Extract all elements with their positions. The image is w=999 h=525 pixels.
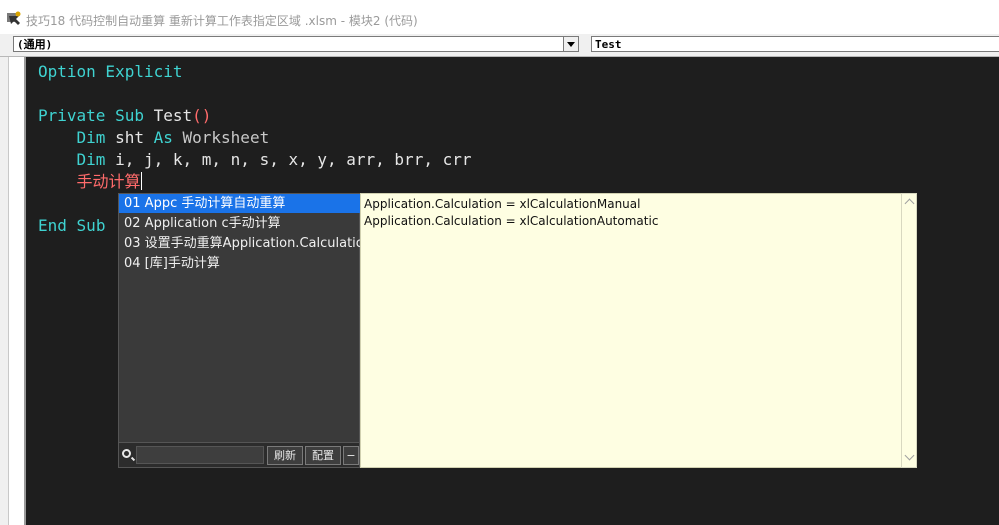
procedure-dropdown[interactable]: Test [591, 36, 999, 52]
code-line: Option Explicit [38, 61, 183, 83]
refresh-button[interactable]: 刷新 [267, 446, 303, 465]
code-line: Dim sht As Worksheet [76, 128, 270, 147]
preview-line: Application.Calculation = xlCalculationA… [364, 214, 659, 228]
title-bar: 技巧18 代码控制自动重算 重新计算工作表指定区域 .xlsm - 模块2 (代… [0, 0, 999, 34]
text-cursor [140, 172, 142, 190]
code-line: Dim i, j, k, m, n, s, x, y, arr, brr, cr… [76, 150, 472, 169]
list-item[interactable]: 04 [库]手动计算 [119, 254, 360, 273]
snippet-preview: Application.Calculation = xlCalculationM… [360, 193, 902, 468]
code-line-current: 手动计算 [38, 171, 142, 193]
config-button[interactable]: 配置 [305, 446, 341, 465]
chevron-down-icon[interactable] [904, 450, 915, 461]
object-dropdown[interactable]: (通用) [13, 36, 579, 52]
procedure-dropdown-value: Test [595, 38, 622, 51]
object-dropdown-value: (通用) [17, 38, 53, 51]
list-item[interactable]: 03 设置手动重算Application.Calculation [119, 234, 360, 253]
code-line: End Sub [38, 216, 106, 235]
chevron-down-icon[interactable] [563, 37, 578, 51]
collapse-button[interactable]: − [343, 446, 359, 465]
preview-scrollbar[interactable] [901, 193, 917, 468]
autocomplete-list[interactable]: 01 Appc 手动计算自动重算 02 Application c手动计算 03… [118, 193, 360, 468]
list-item[interactable]: 01 Appc 手动计算自动重算 [119, 194, 360, 213]
selector-bar: (通用) Test [0, 34, 999, 57]
margin-indicator-bar [0, 57, 26, 525]
typed-text: 手动计算 [76, 172, 141, 191]
search-input[interactable] [136, 446, 264, 464]
vba-app-icon [7, 11, 21, 25]
chevron-up-icon[interactable] [904, 198, 915, 209]
autocomplete-toolbar: 刷新 配置 − [119, 442, 359, 467]
preview-line: Application.Calculation = xlCalculationM… [364, 197, 641, 211]
search-icon [122, 449, 131, 458]
code-line: Private Sub Test() [38, 106, 212, 125]
procedure-name: Test [143, 106, 193, 125]
window-title: 技巧18 代码控制自动重算 重新计算工作表指定区域 .xlsm - 模块2 (代… [26, 14, 418, 28]
keyword: Option Explicit [38, 62, 183, 81]
list-item[interactable]: 02 Application c手动计算 [119, 214, 360, 233]
